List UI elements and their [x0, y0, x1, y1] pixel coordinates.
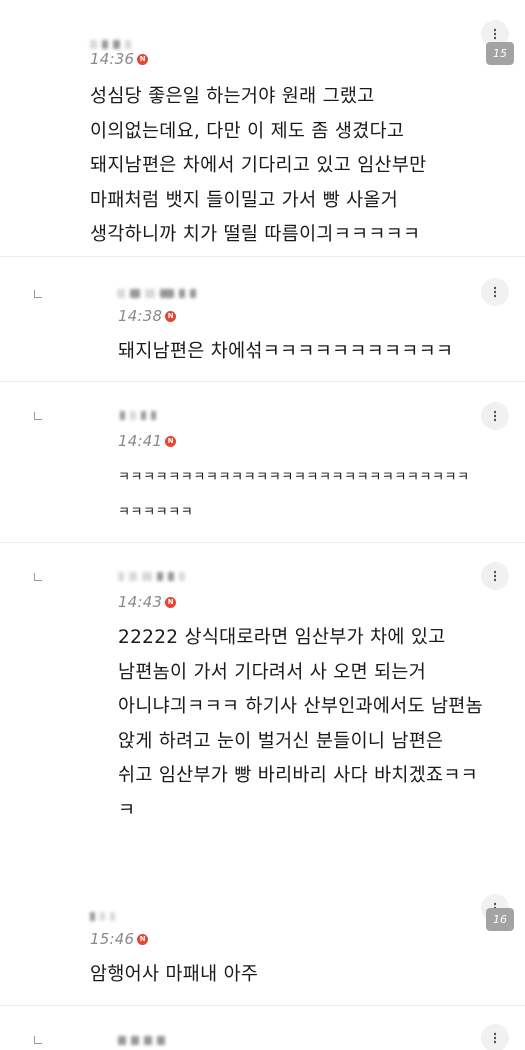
n-badge-icon: N — [137, 933, 149, 945]
reply-item: 14:38 N 돼지남편은 차에섞ㅋㅋㅋㅋㅋㅋㅋㅋㅋㅋㅋ — [0, 257, 525, 381]
author-name-blurred — [118, 570, 185, 582]
comment-timestamp: 14:41 N — [118, 432, 177, 450]
author-name-blurred — [118, 1034, 165, 1046]
reply-corner-icon — [34, 1036, 42, 1044]
more-options-icon[interactable] — [481, 402, 509, 430]
n-badge-icon: N — [137, 53, 149, 65]
reply-item: 14:43 N 22222 상식대로라면 임산부가 차에 있고 남편놈이 가서 … — [0, 543, 525, 843]
page-number-badge: 15 — [486, 42, 514, 65]
comment-item: 14:36 N 성심당 좋은일 하는거야 원래 그랬고 이의없는데요, 다만 이… — [0, 0, 525, 256]
author-name-blurred — [120, 409, 156, 421]
n-badge-icon: N — [165, 435, 177, 447]
reply-corner-icon — [34, 290, 42, 298]
author-name-blurred — [90, 38, 131, 50]
comment-text: ㅋㅋㅋㅋㅋㅋㅋㅋㅋㅋㅋㅋㅋㅋㅋㅋㅋㅋㅋㅋㅋㅋㅋㅋㅋㅋㅋㅋ ㅋㅋㅋㅋㅋㅋ — [118, 470, 470, 520]
comment-text: 돼지남편은 차에섞ㅋㅋㅋㅋㅋㅋㅋㅋㅋㅋㅋ — [118, 341, 454, 362]
page-number-badge: 16 — [486, 908, 514, 931]
author-name-blurred — [117, 287, 196, 299]
author-name-blurred — [90, 910, 115, 922]
comment-timestamp: 15:46 N — [90, 930, 149, 948]
more-options-icon[interactable] — [481, 278, 509, 306]
comment-text: 암행어사 마패내 아주 — [90, 964, 259, 985]
more-options-icon[interactable] — [481, 562, 509, 590]
comment-timestamp: 14:43 N — [118, 593, 177, 611]
comment-timestamp: 14:38 N — [118, 307, 177, 325]
comment-timestamp: 14:36 N — [90, 50, 149, 68]
comment-text: 22222 상식대로라면 임산부가 차에 있고 남편놈이 가서 기다려서 사 오… — [118, 627, 483, 821]
reply-corner-icon — [34, 412, 42, 420]
more-options-icon[interactable] — [481, 1024, 509, 1050]
n-badge-icon: N — [165, 596, 177, 608]
comment-text: 성심당 좋은일 하는거야 원래 그랬고 이의없는데요, 다만 이 제도 좀 생겼… — [90, 86, 427, 245]
n-badge-icon: N — [165, 310, 177, 322]
reply-corner-icon — [34, 573, 42, 581]
reply-item: 14:41 N ㅋㅋㅋㅋㅋㅋㅋㅋㅋㅋㅋㅋㅋㅋㅋㅋㅋㅋㅋㅋㅋㅋㅋㅋㅋㅋㅋㅋ ㅋㅋㅋ… — [0, 382, 525, 542]
comment-item: 15:46 N 암행어사 마패내 아주 16 — [0, 880, 525, 1000]
reply-item — [0, 1006, 525, 1050]
